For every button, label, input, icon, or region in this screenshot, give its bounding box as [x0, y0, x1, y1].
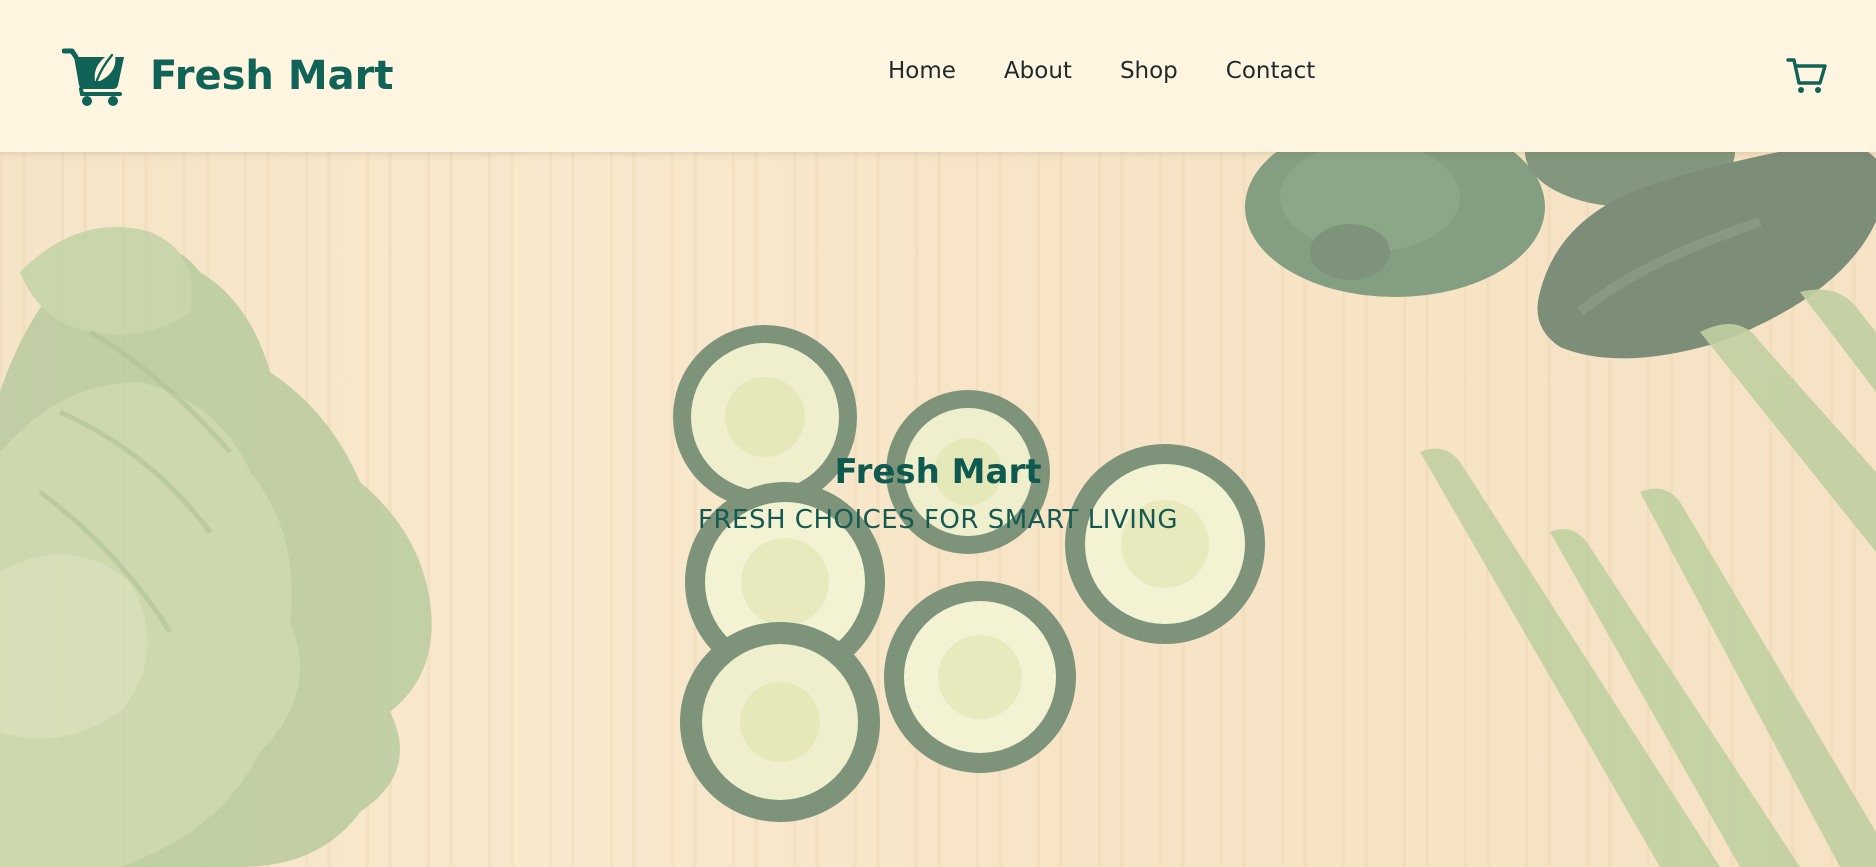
site-header: Fresh Mart Home About Shop Contact [0, 0, 1876, 152]
hero-subtitle: FRESH CHOICES FOR SMART LIVING [698, 504, 1178, 535]
brand[interactable]: Fresh Mart [62, 44, 393, 108]
brand-name: Fresh Mart [150, 53, 394, 99]
nav-about-link[interactable]: About [1004, 58, 1072, 86]
shopping-cart-leaf-icon [62, 48, 124, 106]
hero-section: Fresh Mart FRESH CHOICES FOR SMART LIVIN… [0, 152, 1876, 867]
nav-shop-link[interactable]: Shop [1120, 58, 1178, 86]
main-nav: Home About Shop Contact [888, 58, 1315, 86]
hero-text: Fresh Mart FRESH CHOICES FOR SMART LIVIN… [0, 452, 1876, 536]
cart-icon[interactable] [1786, 56, 1828, 96]
hero-title: Fresh Mart [834, 452, 1042, 492]
nav-contact-link[interactable]: Contact [1226, 58, 1315, 86]
nav-home-link[interactable]: Home [888, 58, 956, 86]
